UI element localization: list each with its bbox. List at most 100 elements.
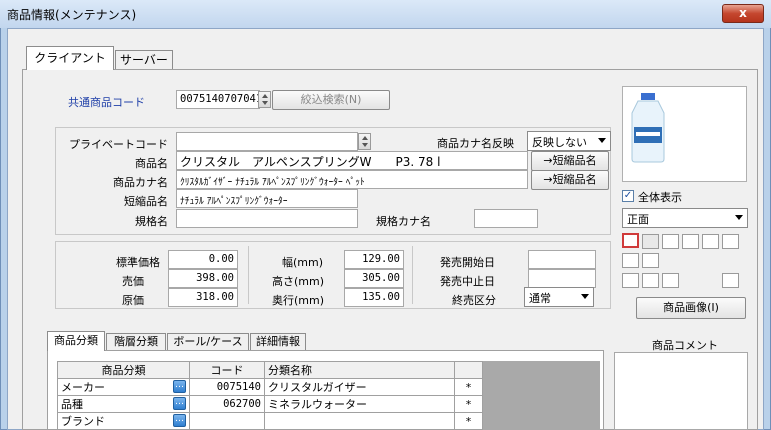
width-label: 幅(mm) (282, 256, 324, 269)
kana-reflect-value: 反映しない (532, 136, 587, 149)
mark-cell: * (454, 378, 483, 396)
name-cell (264, 412, 455, 430)
short-name-label: 短縮品名 (124, 195, 168, 208)
product-name-label: 商品名 (135, 157, 168, 170)
kana-name-label: 商品カナ名 (113, 176, 168, 189)
product-comment-label: 商品コメント (652, 339, 718, 352)
table-row[interactable]: メーカー … 0075140 クリスタルガイザー * (57, 378, 483, 396)
kana-reflect-label: 商品カナ名反映 (437, 137, 514, 150)
thumbnail[interactable] (662, 234, 679, 249)
spec-kana-label: 規格カナ名 (376, 215, 431, 228)
short-name-button[interactable]: →短縮品名 (531, 151, 609, 171)
sale-start-label: 発売開始日 (440, 256, 495, 269)
thumbnail[interactable] (622, 273, 639, 288)
sale-start-field[interactable] (528, 250, 596, 269)
height-label: 高さ(mm) (272, 275, 325, 288)
tab-details[interactable]: 詳細情報 (250, 333, 306, 351)
sale-price-label: 売価 (122, 275, 144, 288)
category-label: メーカー (61, 381, 105, 394)
thumbnail[interactable] (662, 273, 679, 288)
divider (412, 246, 413, 304)
tab-ball-case[interactable]: ボール/ケース (167, 333, 249, 351)
code-cell[interactable]: 062700 (189, 395, 265, 413)
thumbnail[interactable] (642, 253, 659, 268)
water-bottle-image (631, 93, 665, 163)
common-code-spin-button[interactable] (258, 91, 271, 108)
name-cell: クリスタルガイザー (264, 378, 455, 396)
depth-label: 奥行(mm) (272, 294, 325, 307)
category-label: ブランド (61, 415, 105, 428)
end-sale-label: 終売区分 (452, 294, 496, 307)
thumbnail[interactable] (682, 234, 699, 249)
kana-name-field[interactable]: ｸﾘｽﾀﾙｶﾞｲｻﾞｰ ﾅﾁｭﾗﾙ ｱﾙﾍﾟﾝｽﾌﾟﾘﾝｸﾞｳｫｰﾀｰ ﾍﾟｯﾄ (176, 170, 528, 189)
ellipsis-button[interactable]: … (173, 397, 186, 410)
chevron-down-icon (598, 138, 606, 143)
spec-name-label: 規格名 (135, 215, 168, 228)
short-kana-button[interactable]: →短縮品名 (531, 170, 609, 190)
mark-cell: * (454, 412, 483, 430)
sale-stop-field[interactable] (528, 269, 596, 288)
image-view-select[interactable]: 正面 (622, 208, 748, 228)
mark-cell: * (454, 395, 483, 413)
table-header-row: 商品分類 コード 分類名称 (57, 361, 483, 379)
tab-server[interactable]: サーバー (115, 50, 173, 70)
table-row[interactable]: 品種 … 062700 ミネラルウォーター * (57, 395, 483, 413)
standard-price-label: 標準価格 (116, 256, 160, 269)
standard-price-field[interactable]: 0.00 (168, 250, 238, 269)
short-name-field[interactable]: ﾅﾁｭﾗﾙ ｱﾙﾍﾟﾝｽﾌﾟﾘﾝｸﾞｳｫｰﾀｰ (176, 189, 358, 208)
filter-search-button[interactable]: 絞込検索(N) (272, 90, 390, 110)
code-cell[interactable]: 0075140 (189, 378, 265, 396)
width-field[interactable]: 129.00 (344, 250, 404, 269)
private-code-spin-button[interactable] (358, 133, 371, 150)
thumbnail[interactable] (642, 273, 659, 288)
product-name-field[interactable]: クリスタル アルペンスプリングW P3. 78 l (176, 151, 528, 170)
column-header-name: 分類名称 (264, 361, 455, 379)
column-header-mark (454, 361, 483, 379)
table-row[interactable]: ブランド … * (57, 412, 483, 430)
category-cell: 品種 … (57, 395, 190, 413)
tab-client[interactable]: クライアント (26, 46, 114, 70)
spec-name-field[interactable] (176, 209, 358, 228)
kana-reflect-select[interactable]: 反映しない (527, 131, 611, 151)
end-sale-select[interactable]: 通常 (524, 287, 594, 307)
tab-hierarchy-classification[interactable]: 階層分類 (106, 333, 166, 351)
product-comment-textarea[interactable] (614, 352, 748, 430)
column-header-classification: 商品分類 (57, 361, 190, 379)
sale-price-field[interactable]: 398.00 (168, 269, 238, 288)
image-view-value: 正面 (627, 213, 649, 226)
title-bar[interactable]: 商品情報(メンテナンス) x (0, 0, 771, 28)
common-code-label: 共通商品コード (68, 96, 145, 109)
column-header-code: コード (189, 361, 265, 379)
show-all-checkbox[interactable]: ✓ (622, 190, 634, 202)
chevron-down-icon (581, 294, 589, 299)
category-cell: メーカー … (57, 378, 190, 396)
chevron-down-icon (735, 215, 743, 220)
private-code-field[interactable] (176, 132, 358, 151)
height-field[interactable]: 305.00 (344, 269, 404, 288)
product-image-button[interactable]: 商品画像(I) (636, 297, 746, 319)
thumbnail[interactable] (722, 234, 739, 249)
show-all-label: 全体表示 (638, 191, 682, 204)
ellipsis-button[interactable]: … (173, 414, 186, 427)
thumbnail[interactable] (642, 234, 659, 249)
thumbnail[interactable] (722, 273, 739, 288)
close-button[interactable]: x (722, 4, 764, 23)
depth-field[interactable]: 135.00 (344, 288, 404, 307)
cost-price-field[interactable]: 318.00 (168, 288, 238, 307)
sale-stop-label: 発売中止日 (440, 275, 495, 288)
tab-product-classification[interactable]: 商品分類 (47, 331, 105, 351)
end-sale-value: 通常 (529, 292, 551, 305)
thumbnail[interactable] (622, 253, 639, 268)
thumbnail-front[interactable] (622, 233, 639, 248)
category-cell: ブランド … (57, 412, 190, 430)
classification-table: 商品分類 コード 分類名称 メーカー… 0075140 クリスタルガイザー * … (57, 361, 483, 430)
category-label: 品種 (61, 398, 83, 411)
grid-empty-area (482, 361, 600, 430)
code-cell[interactable] (189, 412, 265, 430)
product-image (622, 86, 747, 182)
ellipsis-button[interactable]: … (173, 380, 186, 393)
spec-kana-field[interactable] (474, 209, 538, 228)
thumbnail[interactable] (702, 234, 719, 249)
common-code-field[interactable]: 0075140707041 (176, 90, 260, 109)
name-cell: ミネラルウォーター (264, 395, 455, 413)
